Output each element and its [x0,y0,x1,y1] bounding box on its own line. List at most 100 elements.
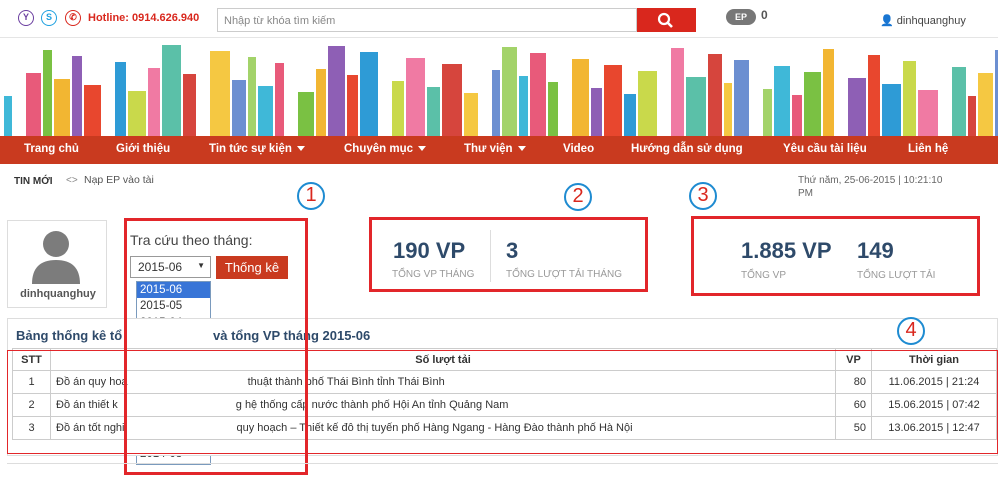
book-spine [492,70,500,136]
books-illustration [4,45,998,136]
footer-divider [7,463,998,464]
menu-item-guide[interactable]: Hướng dẫn sử dụng [631,143,743,155]
book-spine [882,84,901,136]
total-vp-label: TỔNG VP [741,270,787,281]
month-downloads-label: TỔNG LƯỢT TẢI THÁNG [506,269,623,280]
menu-item-news[interactable]: Tin tức sự kiện [209,143,305,155]
menu-label: Chuyên mục [344,143,414,155]
book-spine [519,76,528,136]
total-downloads-label: TỔNG LƯỢT TẢI [857,270,936,281]
book-spine [591,88,602,136]
username: dinhquanghuy [896,15,966,27]
month-vp-value: 190 VP [393,238,466,263]
code-icon: <> [66,175,78,186]
book-spine [298,92,314,136]
avatar [32,231,80,284]
phone-icon: ✆ [65,10,81,26]
book-spine [763,89,772,136]
book-spine [275,63,284,136]
chevron-down-icon [296,146,305,152]
book-spine [638,71,657,136]
total-vp-value: 1.885 VP [741,238,832,263]
book-spine [148,68,160,136]
book-spine [734,60,749,136]
book-spine [4,96,12,136]
menu-label: Tin tức sự kiện [209,143,292,155]
book-spine [258,86,273,136]
search-icon [657,12,673,28]
menu-item-contact[interactable]: Liên hệ [908,143,948,155]
book-spine [316,69,326,136]
divider [490,230,491,282]
yahoo-icon[interactable]: Y [18,10,34,26]
menu-item-library[interactable]: Thư viện [464,143,526,155]
news-ticker: TIN MỚI <> Nạp EP vào tài Thứ năm, 25-06… [0,164,998,204]
annotation-1: 1 [297,182,325,210]
book-spine [427,87,440,136]
book-spine [442,64,462,136]
total-stats-highlight [691,216,980,296]
menu-item-request[interactable]: Yêu cầu tài liệu [783,143,867,155]
book-spine [530,53,546,136]
search-button[interactable] [637,8,696,32]
profile-name: dinhquanghuy [20,288,96,300]
menu-item-home[interactable]: Trang chủ [24,143,79,155]
month-vp-label: TỔNG VP THÁNG [392,269,475,280]
menu-label: Thư viện [464,143,513,155]
annotation-3: 3 [689,182,717,210]
book-spine [360,52,378,136]
book-spine [43,50,52,136]
book-spine [328,46,345,136]
user-icon: 👤 [880,15,894,27]
menu-item-about[interactable]: Giới thiệu [116,143,170,155]
book-spine [392,81,404,136]
book-spine [978,73,993,136]
book-spine [128,91,146,136]
table-highlight [7,350,998,454]
book-spine [686,77,706,136]
book-spine [464,93,478,136]
book-spine [868,55,880,136]
ep-count: 0 [761,8,768,22]
book-spine [232,80,246,136]
book-spine [115,62,126,136]
table-title: Bảng thống kê tổ [16,328,123,343]
book-spine [548,82,558,136]
book-spine [248,57,256,136]
menu-item-category[interactable]: Chuyên mục [344,143,427,155]
book-spine [183,74,196,136]
search-input[interactable]: Nhập từ khóa tìm kiếm [217,8,637,32]
book-spine [968,96,976,136]
current-date: Thứ năm, 25-06-2015 | 10:21:10 [798,175,943,186]
book-spine [162,45,181,136]
chevron-down-icon [517,146,526,152]
news-headline[interactable]: Nạp EP vào tài [84,174,154,186]
month-downloads-value: 3 [506,238,519,263]
news-label: TIN MỚI [14,176,53,187]
book-spine [624,94,636,136]
hotline-text: Hotline: 0914.626.940 [88,12,200,24]
book-spine [952,67,966,136]
book-spine [84,85,101,136]
book-spine [502,47,517,136]
top-bar: Y S ✆ Hotline: 0914.626.940 Nhập từ khóa… [0,0,998,38]
book-spine [774,66,790,136]
book-spine [724,83,732,136]
menu-item-video[interactable]: Video [563,143,594,155]
book-spine [26,73,41,136]
books-banner [0,38,998,136]
book-spine [848,78,866,136]
ep-badge: EP [726,9,756,25]
book-spine [210,51,230,136]
book-spine [406,58,425,136]
book-spine [823,49,834,136]
book-spine [604,65,622,136]
profile-card: dinhquanghuy [7,220,107,308]
total-downloads-value: 149 [857,238,894,263]
user-menu[interactable]: 👤 dinhquanghuy [880,14,966,27]
current-date-suffix: PM [798,188,813,199]
book-spine [671,48,684,136]
skype-icon[interactable]: S [41,10,57,26]
main-menu: Trang chủ Giới thiệu Tin tức sự kiện Chu… [0,136,998,164]
book-spine [72,56,82,136]
